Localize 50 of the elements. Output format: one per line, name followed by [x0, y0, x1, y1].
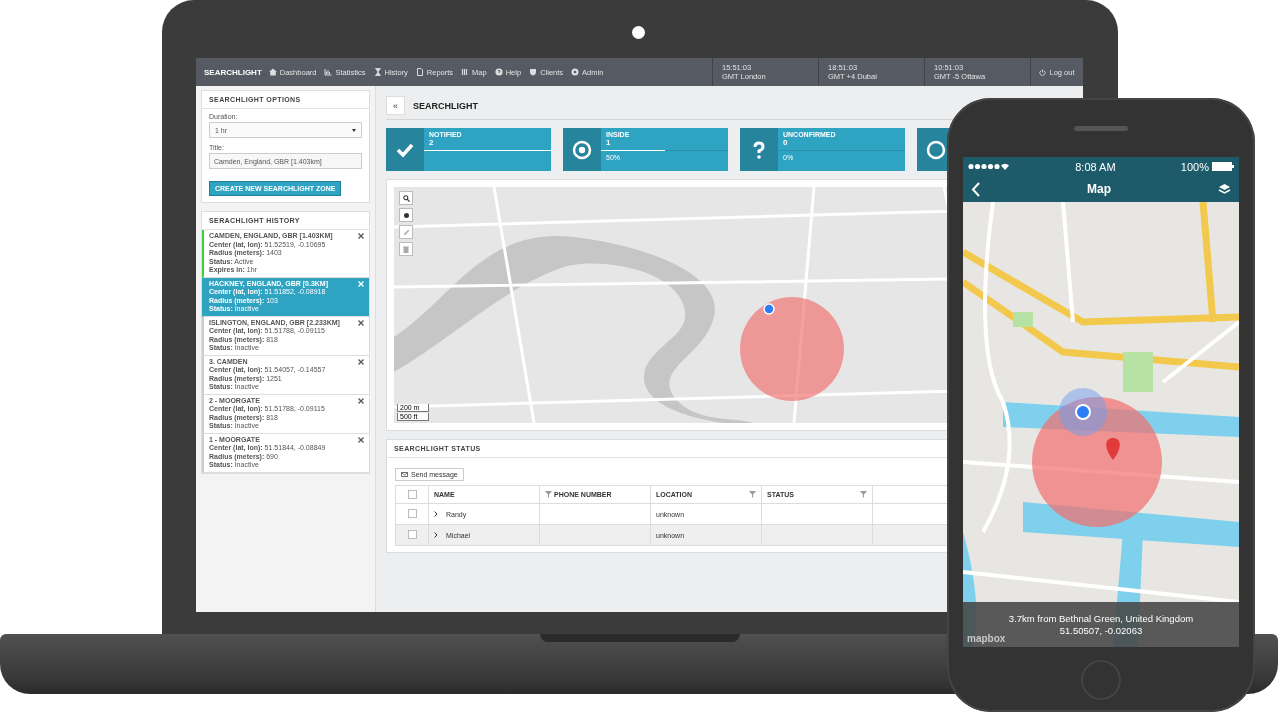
speaker-slot: [1074, 126, 1128, 131]
clock-time: 8:08 AM: [1075, 160, 1116, 173]
map-pin-icon: [1106, 438, 1120, 460]
accuracy-halo: [1059, 388, 1107, 436]
close-icon[interactable]: [358, 233, 364, 240]
stat-value: 2: [428, 138, 435, 147]
select-all-checkbox[interactable]: [407, 489, 417, 499]
location-dot: [1075, 404, 1091, 420]
signal-icon: [968, 163, 1010, 170]
location-text: 3.7km from Bethnal Green, United Kingdom: [1008, 612, 1194, 625]
stat-value: 1: [605, 138, 612, 147]
filter-icon[interactable]: [860, 491, 867, 498]
gear-icon: [571, 68, 580, 76]
screen-title: Map: [1087, 182, 1111, 196]
envelope-icon: [401, 472, 408, 477]
close-icon[interactable]: [358, 319, 364, 326]
map-attribution: mapbox: [967, 633, 1006, 644]
camera-icon: [632, 26, 645, 39]
home-icon: [268, 68, 277, 76]
battery-icon: [1212, 162, 1234, 171]
row-checkbox[interactable]: [407, 530, 417, 539]
caret-icon: [352, 128, 356, 132]
document-icon: [415, 68, 424, 76]
layers-icon[interactable]: [1218, 182, 1231, 196]
close-icon[interactable]: [358, 358, 364, 365]
stat-value: 0: [782, 138, 789, 147]
collapse-button[interactable]: «: [386, 96, 405, 115]
location-text: 51.50507, -0.02063: [1059, 624, 1143, 637]
target-icon: [571, 138, 593, 161]
app-logo[interactable]: SEARCHLIGHT: [196, 58, 265, 86]
row-checkbox[interactable]: [407, 509, 417, 518]
back-icon[interactable]: [971, 181, 980, 197]
close-icon[interactable]: [358, 397, 364, 404]
filter-icon[interactable]: [749, 491, 756, 498]
expand-icon[interactable]: [434, 532, 438, 538]
marker-icon[interactable]: [399, 208, 413, 222]
filter-icon[interactable]: [545, 491, 552, 498]
close-icon[interactable]: [358, 436, 364, 443]
search-icon[interactable]: [399, 191, 413, 205]
columns-icon: [461, 68, 470, 76]
help-icon: [494, 68, 503, 76]
location-dot: [763, 303, 775, 315]
shield-icon: [529, 68, 538, 76]
bar-chart-icon: [324, 68, 333, 76]
circle-icon: [925, 138, 947, 161]
page-title: SEARCHLIGHT: [413, 100, 478, 111]
hourglass-icon: [373, 68, 382, 76]
battery-percent: 100%: [1180, 160, 1209, 173]
expand-icon[interactable]: [434, 511, 438, 517]
power-icon: [1039, 68, 1047, 76]
